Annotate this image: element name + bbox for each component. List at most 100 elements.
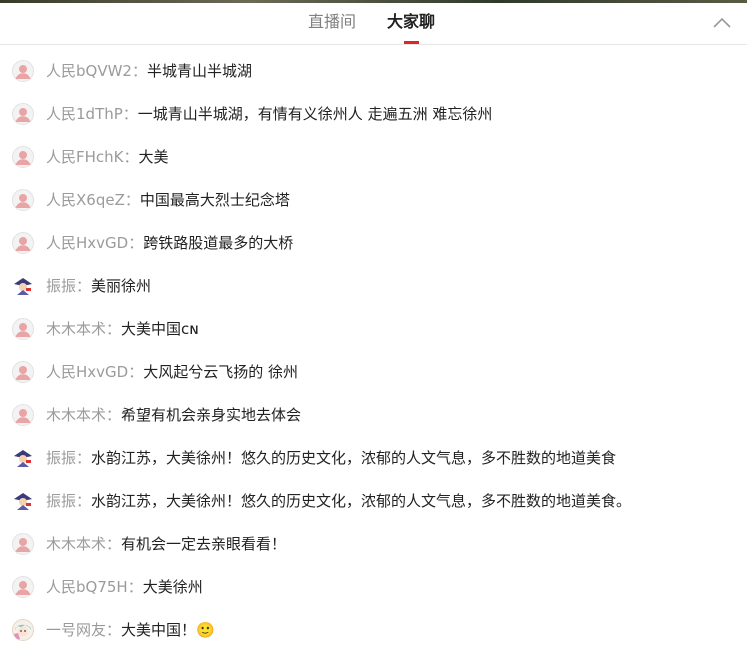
avatar[interactable] [12, 232, 34, 254]
chat-message-text: 中国最高大烈士纪念塔 [139, 191, 290, 209]
person-avatar-icon [12, 232, 34, 254]
chat-message-row: 人民HxvGD：大风起兮云飞扬的 徐州 [0, 351, 747, 394]
chat-message-line: 人民bQVW2：半城青山半城湖 [46, 61, 252, 81]
chat-message-line: 振振：水韵江苏，大美徐州！悠久的历史文化，浓郁的人文气息，多不胜数的地道美食 [46, 448, 616, 468]
chat-separator: ： [106, 535, 122, 553]
avatar[interactable] [12, 533, 34, 555]
chat-message-list: 人民bQVW2：半城青山半城湖 人民1dThP：一城青山半城湖，有情有义徐州人 … [0, 50, 747, 652]
avatar[interactable] [12, 447, 34, 469]
avatar[interactable] [12, 576, 34, 598]
person-avatar-icon [12, 103, 34, 125]
chat-message-text: 大美中国ᴄɴ [121, 320, 199, 338]
chat-message-text: 一城青山半城湖，有情有义徐州人 走遍五洲 难忘徐州 [137, 105, 493, 123]
chat-separator: ： [124, 191, 140, 209]
chevron-up-icon [713, 17, 731, 28]
chat-username[interactable]: 振振 [46, 492, 76, 510]
chat-separator: ： [76, 492, 92, 510]
chat-message-line: 木木本术：大美中国ᴄɴ [46, 319, 199, 339]
avatar[interactable] [12, 103, 34, 125]
chat-message-line: 人民X6qeZ：中国最高大烈士纪念塔 [46, 190, 290, 210]
active-tab-indicator [404, 41, 419, 44]
chat-message-text: 大美中国！🙂 [121, 621, 215, 639]
chat-message-row: 振振：水韵江苏，大美徐州！悠久的历史文化，浓郁的人文气息，多不胜数的地道美食。 [0, 480, 747, 523]
chat-message-text: 希望有机会亲身实地去体会 [121, 406, 302, 424]
chat-message-text: 有机会一定去亲眼看看！ [121, 535, 287, 553]
chat-separator: ： [128, 234, 144, 252]
chat-message-row: 人民bQVW2：半城青山半城湖 [0, 50, 747, 93]
chat-username[interactable]: 人民HxvGD [46, 234, 128, 252]
chat-username[interactable]: 木木本术 [46, 535, 106, 553]
chat-message-row: 人民1dThP：一城青山半城湖，有情有义徐州人 走遍五洲 难忘徐州 [0, 93, 747, 136]
chat-message-row: 人民HxvGD：跨铁路股道最多的大桥 [0, 222, 747, 265]
tab-bar: 直播间 大家聊 [0, 3, 747, 45]
chat-separator: ： [106, 621, 122, 639]
avatar[interactable] [12, 189, 34, 211]
chat-message-line: 人民1dThP：一城青山半城湖，有情有义徐州人 走遍五洲 难忘徐州 [46, 104, 492, 124]
person-avatar-icon [12, 146, 34, 168]
chat-username[interactable]: 木木本术 [46, 320, 106, 338]
chat-separator: ： [122, 105, 138, 123]
chat-separator: ： [128, 363, 144, 381]
person-avatar-icon [12, 60, 34, 82]
avatar[interactable] [12, 490, 34, 512]
chat-message-text: 美丽徐州 [91, 277, 152, 295]
cartoon-avatar-icon [12, 447, 34, 469]
chat-message-text: 半城青山半城湖 [146, 62, 252, 80]
chat-message-line: 振振：水韵江苏，大美徐州！悠久的历史文化，浓郁的人文气息，多不胜数的地道美食。 [46, 491, 631, 511]
chat-username[interactable]: 人民HxvGD [46, 363, 128, 381]
person-avatar-icon [12, 533, 34, 555]
avatar[interactable] [12, 275, 34, 297]
chat-message-line: 人民HxvGD：跨铁路股道最多的大桥 [46, 233, 293, 253]
person-avatar-icon [12, 318, 34, 340]
person-avatar-icon [12, 576, 34, 598]
chat-message-row: 一号网友：大美中国！🙂 [0, 609, 747, 652]
chat-username[interactable]: 振振 [46, 277, 76, 295]
avatar[interactable] [12, 60, 34, 82]
avatar[interactable] [12, 619, 34, 641]
chat-separator: ： [127, 578, 143, 596]
chat-message-row: 木木本术：希望有机会亲身实地去体会 [0, 394, 747, 437]
chat-message-text: 跨铁路股道最多的大桥 [143, 234, 294, 252]
chat-message-line: 人民HxvGD：大风起兮云飞扬的 徐州 [46, 362, 298, 382]
chat-username[interactable]: 人民X6qeZ [46, 191, 125, 209]
cartoon-avatar-icon [12, 275, 34, 297]
chat-message-row: 木木本术：有机会一定去亲眼看看！ [0, 523, 747, 566]
chat-message-line: 一号网友：大美中国！🙂 [46, 620, 215, 640]
chat-message-row: 振振：美丽徐州 [0, 265, 747, 308]
chat-separator: ： [76, 277, 92, 295]
chat-message-row: 人民FHchK：大美 [0, 136, 747, 179]
chat-message-row: 振振：水韵江苏，大美徐州！悠久的历史文化，浓郁的人文气息，多不胜数的地道美食 [0, 437, 747, 480]
avatar[interactable] [12, 404, 34, 426]
chat-message-text: 大风起兮云飞扬的 徐州 [143, 363, 299, 381]
chat-username[interactable]: 人民1dThP [46, 105, 123, 123]
person-avatar-icon [12, 404, 34, 426]
chat-message-text: 大美徐州 [142, 578, 203, 596]
avatar[interactable] [12, 146, 34, 168]
avatar[interactable] [12, 318, 34, 340]
chat-separator: ： [123, 148, 139, 166]
chat-separator: ： [106, 406, 122, 424]
chat-message-line: 人民bQ75H：大美徐州 [46, 577, 203, 597]
anime-avatar-icon [12, 619, 34, 641]
avatar[interactable] [12, 361, 34, 383]
chat-username[interactable]: 木木本术 [46, 406, 106, 424]
chat-message-text: 水韵江苏，大美徐州！悠久的历史文化，浓郁的人文气息，多不胜数的地道美食 [91, 449, 617, 467]
chat-message-line: 人民FHchK：大美 [46, 147, 169, 167]
chat-separator: ： [76, 449, 92, 467]
chat-username[interactable]: 人民FHchK [46, 148, 124, 166]
chat-separator: ： [131, 62, 147, 80]
chat-message-row: 木木本术：大美中国ᴄɴ [0, 308, 747, 351]
chat-message-row: 人民X6qeZ：中国最高大烈士纪念塔 [0, 179, 747, 222]
tab-live-room[interactable]: 直播间 [308, 11, 356, 33]
chat-message-line: 木木本术：有机会一定去亲眼看看！ [46, 534, 286, 554]
chat-message-line: 木木本术：希望有机会亲身实地去体会 [46, 405, 301, 425]
chat-message-text: 大美 [138, 148, 169, 166]
cartoon-avatar-icon [12, 490, 34, 512]
collapse-button[interactable] [710, 11, 734, 35]
chat-message-row: 人民bQ75H：大美徐州 [0, 566, 747, 609]
chat-username[interactable]: 人民bQ75H [46, 578, 128, 596]
chat-username[interactable]: 人民bQVW2 [46, 62, 132, 80]
chat-username[interactable]: 一号网友 [46, 621, 106, 639]
chat-username[interactable]: 振振 [46, 449, 76, 467]
tab-chat[interactable]: 大家聊 [387, 11, 435, 33]
